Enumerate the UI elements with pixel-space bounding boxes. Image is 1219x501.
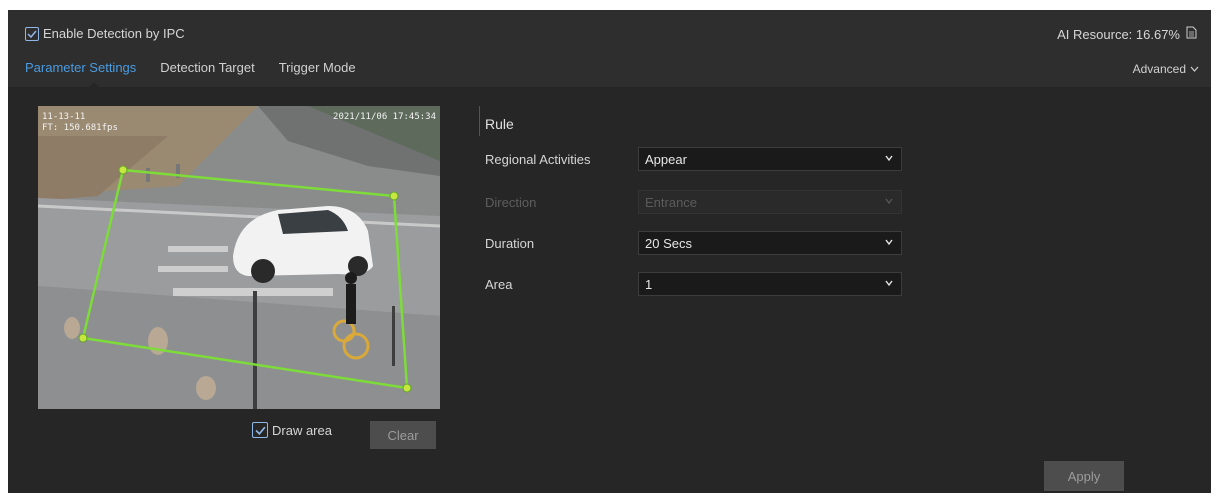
- ai-resource: AI Resource: 16.67%: [1057, 26, 1197, 42]
- enable-detection-label: Enable Detection by IPC: [43, 26, 185, 41]
- duration-select[interactable]: 20 Secs: [638, 231, 902, 255]
- direction-value: Entrance: [645, 194, 698, 210]
- regional-activities-value: Appear: [645, 151, 687, 167]
- draw-area-label: Draw area: [272, 422, 332, 438]
- checkmark-icon: [27, 30, 37, 38]
- chevron-down-icon: [885, 239, 893, 246]
- tab-bar: Parameter Settings Detection Target Trig…: [25, 60, 380, 75]
- chevron-down-icon: [1190, 66, 1199, 72]
- enable-detection-toggle[interactable]: Enable Detection by IPC: [25, 26, 185, 41]
- camera-preview[interactable]: 11-13-11 FT: 150.681fps 2021/11/06 17:45…: [38, 106, 440, 409]
- duration-label: Duration: [485, 236, 535, 251]
- direction-label: Direction: [485, 195, 537, 210]
- tab-parameter-settings[interactable]: Parameter Settings: [25, 60, 136, 75]
- tab-detection-target[interactable]: Detection Target: [160, 60, 254, 75]
- area-select[interactable]: 1: [638, 272, 902, 296]
- draw-area-checkbox[interactable]: [252, 422, 268, 438]
- regional-activities-select[interactable]: Appear: [638, 147, 902, 171]
- area-label: Area: [485, 277, 513, 292]
- osd-line-2: FT: 150.681fps: [42, 123, 118, 133]
- document-icon[interactable]: [1186, 26, 1197, 42]
- chevron-down-icon: [885, 198, 893, 205]
- checkmark-icon: [255, 426, 266, 435]
- enable-detection-checkbox[interactable]: [25, 26, 39, 41]
- rule-divider: [479, 106, 480, 136]
- top-bar: Enable Detection by IPC AI Resource: 16.…: [8, 10, 1211, 88]
- regional-activities-label: Regional Activities: [485, 152, 591, 167]
- clear-button[interactable]: Clear: [370, 421, 436, 449]
- active-tab-indicator: [88, 82, 100, 88]
- ai-resource-label: AI Resource: 16.67%: [1057, 26, 1180, 42]
- direction-select: Entrance: [638, 190, 902, 214]
- area-value: 1: [645, 276, 653, 292]
- osd-line-1: 11-13-11: [42, 112, 86, 122]
- camera-scene: [38, 106, 440, 409]
- tab-trigger-mode[interactable]: Trigger Mode: [279, 60, 356, 75]
- chevron-down-icon: [885, 280, 893, 287]
- advanced-label: Advanced: [1132, 62, 1186, 76]
- draw-area-toggle[interactable]: Draw area: [252, 422, 332, 438]
- settings-panel: Enable Detection by IPC AI Resource: 16.…: [8, 10, 1211, 493]
- duration-value: 20 Secs: [645, 235, 692, 251]
- apply-button[interactable]: Apply: [1044, 461, 1124, 491]
- rule-title: Rule: [485, 116, 514, 132]
- chevron-down-icon: [885, 155, 893, 162]
- osd-timestamp: 2021/11/06 17:45:34: [333, 112, 436, 122]
- advanced-button[interactable]: Advanced: [1133, 62, 1199, 76]
